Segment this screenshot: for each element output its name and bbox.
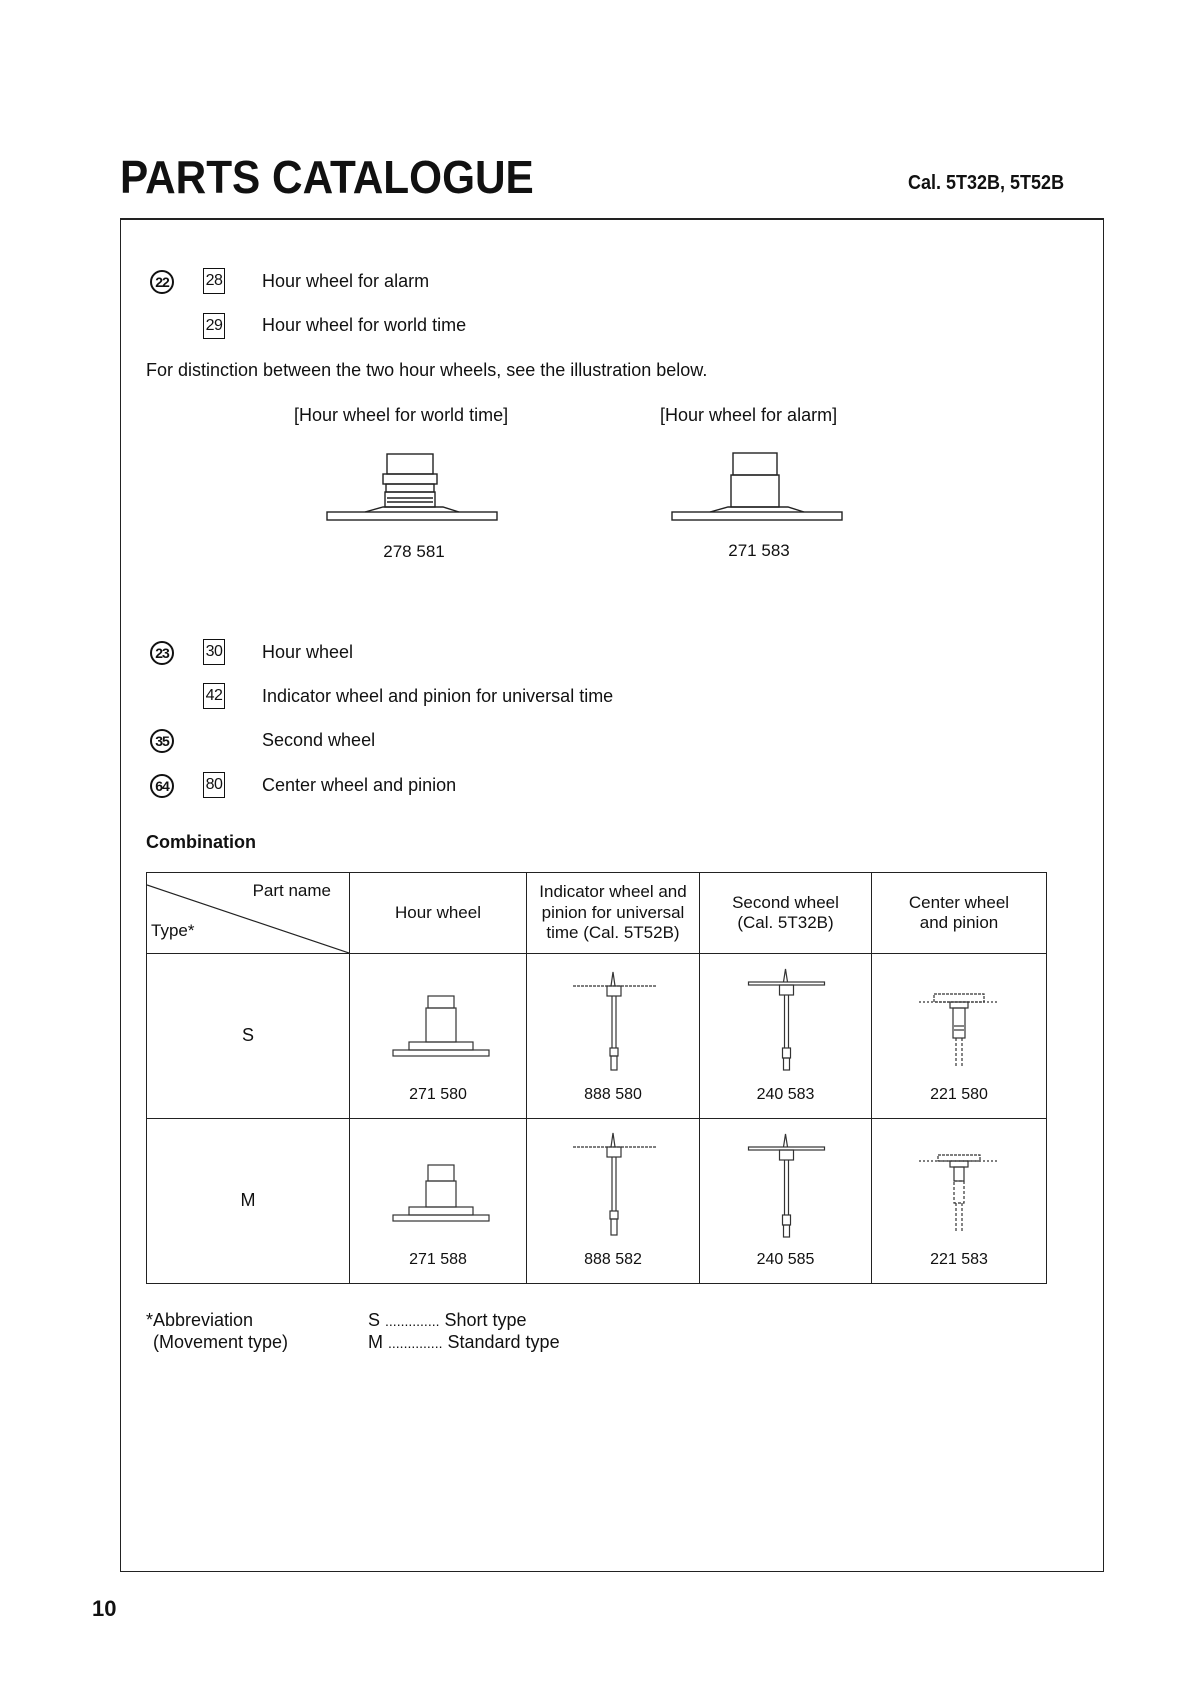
page-number: 10 [92, 1596, 117, 1621]
part-number: 240 585 [756, 1250, 815, 1268]
part-name-header: Part name [252, 881, 331, 900]
part-number: 240 583 [756, 1085, 815, 1103]
type-cell: S [146, 953, 350, 1119]
type-cell: M [146, 1118, 350, 1284]
abbreviation-entry: S .............. Short type [368, 1310, 527, 1331]
part-cell: 271 580 [349, 953, 527, 1119]
abbreviation-subtitle: (Movement type) [153, 1332, 289, 1352]
part-label: Hour wheel for alarm [262, 271, 430, 291]
abbreviation-key: M [368, 1332, 383, 1352]
part-label: Hour wheel [262, 642, 354, 662]
part-number: 888 582 [584, 1250, 642, 1268]
illustration-caption-alarm: [Hour wheel for alarm] [660, 405, 838, 425]
column-header-label: Second wheel (Cal. 5T32B) [732, 892, 839, 932]
second-wheel-drawing [747, 1133, 826, 1238]
ref-number-box: 30 [203, 639, 225, 665]
part-cell: 240 583 [699, 953, 872, 1119]
type-header: Type* [151, 920, 195, 940]
part-cell: 888 580 [526, 953, 700, 1119]
part-number: 221 583 [930, 1250, 988, 1268]
center-wheel-drawing [919, 1154, 999, 1231]
part-number: 271 583 [728, 541, 790, 560]
abbreviation-value: Standard type [447, 1332, 560, 1352]
column-header-label: Hour wheel [395, 902, 481, 922]
part-number: 888 580 [584, 1085, 642, 1103]
calibre-label: Cal. 5T32B, 5T52B [908, 172, 1065, 194]
abbreviation-key: S [368, 1310, 381, 1330]
indicator-wheel-drawing [573, 971, 656, 1071]
part-cell: 221 580 [871, 953, 1047, 1119]
ref-number-box: 80 [203, 772, 225, 798]
illustration-caption-world-time: [Hour wheel for world time] [294, 405, 509, 425]
table-header-row: Part name Type* Hour wheel Indicator whe… [146, 872, 1047, 954]
part-label: Second wheel [262, 730, 376, 750]
column-header-label: Center wheel and pinion [908, 892, 1010, 932]
part-number: 271 588 [409, 1250, 467, 1268]
ref-number-circle: 35 [150, 729, 174, 753]
page-title: PARTS CATALOGUE [120, 151, 534, 203]
hour-wheel-alarm-drawing [671, 452, 843, 521]
hour-wheel-world-time-drawing [326, 453, 498, 521]
part-label: Hour wheel for world time [262, 315, 467, 335]
hour-wheel-drawing [392, 995, 490, 1057]
combination-heading: Combination [146, 832, 256, 852]
column-header-label: Indicator wheel and pinion for universal… [539, 882, 687, 943]
column-header: Center wheel and pinion [871, 872, 1047, 954]
ref-number-circle: 64 [150, 774, 174, 798]
ref-number-circle: 23 [150, 641, 174, 665]
abbreviation-dots: .............. [385, 1313, 440, 1329]
hour-wheel-drawing [392, 1164, 490, 1222]
ref-number-box: 28 [203, 268, 225, 294]
part-number: 278 581 [383, 542, 445, 561]
type-label: S [241, 1025, 254, 1046]
part-number: 221 580 [930, 1085, 988, 1103]
corner-header-cell: Part name Type* [146, 872, 350, 954]
combination-table: Part name Type* Hour wheel Indicator whe… [146, 872, 1047, 1284]
part-cell: 271 588 [349, 1118, 527, 1284]
column-header: Second wheel (Cal. 5T32B) [699, 872, 872, 954]
abbreviation-value: Short type [444, 1310, 527, 1330]
part-cell: 888 582 [526, 1118, 700, 1284]
indicator-wheel-drawing [573, 1132, 656, 1236]
second-wheel-drawing [747, 968, 826, 1071]
column-header: Indicator wheel and pinion for universal… [526, 872, 700, 954]
part-number: 271 580 [409, 1085, 467, 1103]
abbreviation-dots: .............. [388, 1335, 443, 1351]
ref-number-circle: 22 [150, 270, 174, 294]
distinction-note: For distinction between the two hour whe… [146, 360, 708, 380]
abbreviation-entry: M .............. Standard type [368, 1332, 560, 1353]
ref-number-box: 42 [203, 683, 225, 709]
part-label: Indicator wheel and pinion for universal… [262, 686, 614, 706]
type-label: M [240, 1190, 256, 1211]
column-header: Hour wheel [349, 872, 527, 954]
part-label: Center wheel and pinion [262, 775, 457, 795]
part-cell: 240 585 [699, 1118, 872, 1284]
table-row: M 271 588 888 582 240 585 221 583 [146, 1118, 1047, 1284]
center-wheel-drawing [919, 993, 999, 1066]
abbreviation-title: *Abbreviation [146, 1310, 254, 1330]
ref-number-box: 29 [203, 313, 225, 339]
part-cell: 221 583 [871, 1118, 1047, 1284]
table-row: S 271 580 888 580 240 583 221 580 [146, 953, 1047, 1119]
